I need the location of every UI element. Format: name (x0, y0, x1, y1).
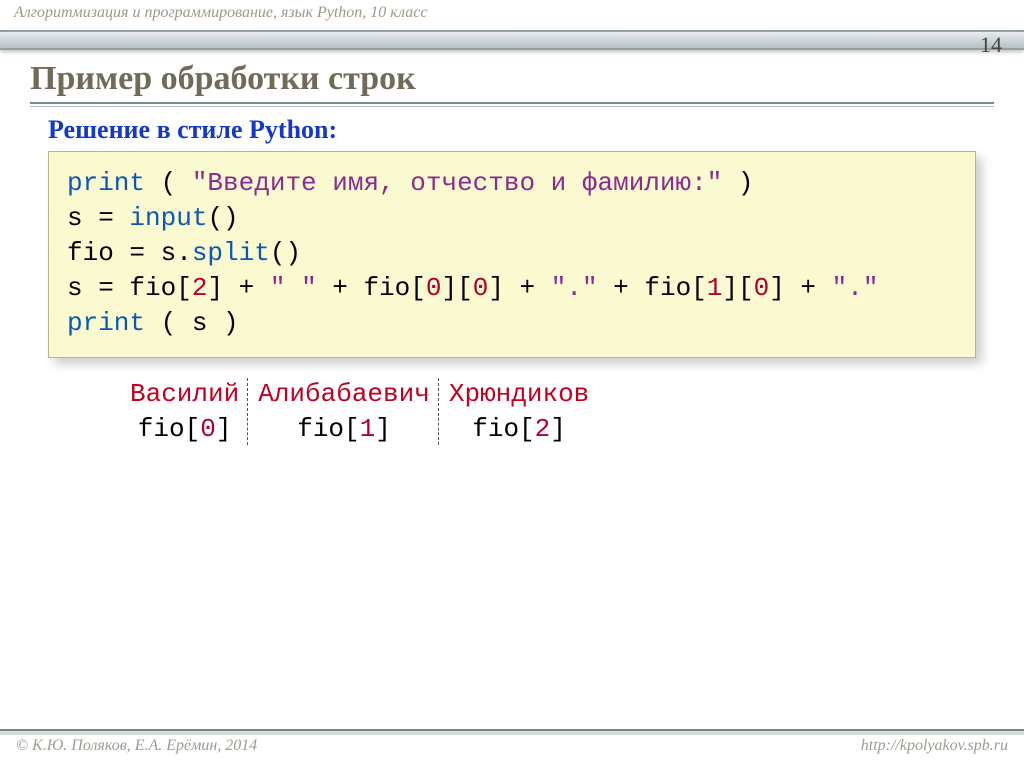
example-label: ] (375, 414, 391, 444)
slide-title: Пример обработки строк (30, 60, 994, 98)
code-string: " " (270, 273, 317, 303)
table-row: Василий Алибабаевич Хрюндиков (122, 378, 597, 411)
example-table: Василий Алибабаевич Хрюндиков fio[0] fio… (120, 376, 599, 447)
kw-input: input (129, 203, 207, 233)
code-text: s = (67, 203, 129, 233)
code-text: s = fio[ (67, 273, 192, 303)
code-block: print ( "Введите имя, отчество и фамилию… (48, 151, 976, 358)
example-name: Василий (130, 379, 239, 409)
table-row: fio[0] fio[1] fio[2] (122, 413, 597, 446)
footer-url: http://kpolyakov.spb.ru (861, 737, 1008, 755)
code-number: 0 (473, 273, 489, 303)
example-label: fio[ (472, 414, 534, 444)
example-label: ] (550, 414, 566, 444)
code-text: ( (145, 168, 192, 198)
code-text: ) (722, 168, 753, 198)
code-number: 2 (535, 414, 551, 444)
kw-print: print (67, 168, 145, 198)
code-text: ] + (207, 273, 269, 303)
code-number: 1 (707, 273, 723, 303)
code-number: 0 (754, 273, 770, 303)
code-string: "." (551, 273, 598, 303)
code-text: + fio[ (317, 273, 426, 303)
example-label: fio[ (138, 414, 200, 444)
course-header: Алгоритмизация и программирование, язык … (0, 0, 1024, 30)
code-string: "." (832, 273, 879, 303)
example-name: Алибабаевич (258, 379, 430, 409)
code-text: ][ (442, 273, 473, 303)
code-number: 2 (192, 273, 208, 303)
code-text: + fio[ (598, 273, 707, 303)
page-number: 14 (980, 32, 1002, 58)
kw-split: split (192, 238, 270, 268)
example-name: Хрюндиков (449, 379, 589, 409)
code-text: ( s ) (145, 308, 239, 338)
code-text: ][ (722, 273, 753, 303)
code-text: ] + (769, 273, 831, 303)
example-label: ] (216, 414, 232, 444)
slide-subtitle: Решение в стиле Python: (48, 115, 1024, 145)
code-text: () (207, 203, 238, 233)
code-text: () (270, 238, 301, 268)
header-separator (0, 30, 1024, 50)
kw-print: print (67, 308, 145, 338)
example-label: fio[ (297, 414, 359, 444)
code-string: "Введите имя, отчество и фамилию:" (192, 168, 723, 198)
code-text: ] + (488, 273, 550, 303)
title-rule (30, 102, 994, 107)
code-number: 0 (426, 273, 442, 303)
footer: © К.Ю. Поляков, Е.А. Ерёмин, 2014 http:/… (0, 731, 1024, 767)
code-text: fio = s. (67, 238, 192, 268)
code-number: 0 (200, 414, 216, 444)
slide: Алгоритмизация и программирование, язык … (0, 0, 1024, 767)
code-number: 1 (360, 414, 376, 444)
footer-copyright: © К.Ю. Поляков, Е.А. Ерёмин, 2014 (16, 737, 257, 755)
